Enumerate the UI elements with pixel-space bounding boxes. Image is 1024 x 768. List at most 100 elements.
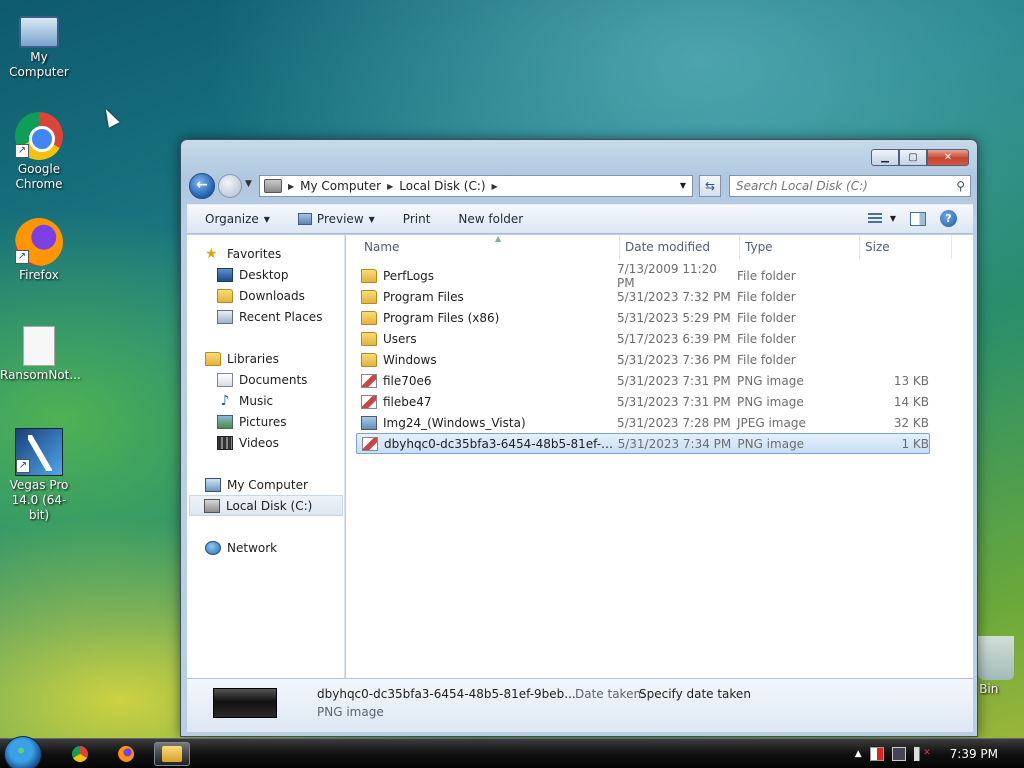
minimize-button[interactable]: ▁ bbox=[871, 149, 899, 166]
nav-pictures[interactable]: Pictures bbox=[217, 411, 287, 432]
desktop-icon-ransom-note[interactable]: RansomNot... bbox=[0, 326, 81, 383]
file-row[interactable]: Img24_(Windows_Vista) 5/31/2023 7:28 PM JP… bbox=[356, 412, 930, 433]
computer-icon bbox=[205, 477, 221, 492]
folder-icon bbox=[361, 289, 377, 304]
nav-documents[interactable]: Documents bbox=[217, 369, 307, 390]
file-row[interactable]: Users 5/17/2023 6:39 PM File folder bbox=[356, 328, 930, 349]
text-file-icon bbox=[23, 326, 55, 366]
forward-button[interactable] bbox=[218, 174, 242, 198]
sort-up-icon: ▲ bbox=[495, 234, 502, 243]
column-header-date[interactable]: Date modified bbox=[620, 235, 740, 259]
taskbar-explorer[interactable] bbox=[154, 742, 190, 766]
explorer-window[interactable]: ▁ ▢ ✕ ← ▼ ▶ My Computer ▶ Local Disk (C:… bbox=[180, 139, 978, 737]
desktop-icon-firefox[interactable]: ↗ Firefox bbox=[0, 218, 78, 283]
file-size: 14 KB bbox=[893, 394, 929, 409]
computer-icon bbox=[19, 16, 59, 48]
nav-recent-places[interactable]: Recent Places bbox=[217, 306, 322, 327]
videos-icon bbox=[217, 435, 233, 450]
recent-pages-dropdown[interactable]: ▼ bbox=[245, 179, 252, 189]
column-header-size[interactable]: Size bbox=[860, 235, 952, 259]
file-name: dbyhqc0-dc35bfa3-6454-48b5-81ef-9beb... bbox=[384, 436, 618, 451]
search-icon[interactable]: ⚲ bbox=[956, 179, 965, 193]
chevron-down-icon: ▼ bbox=[263, 214, 270, 224]
libraries-icon bbox=[205, 351, 221, 366]
refresh-button[interactable]: ⇆ bbox=[699, 175, 721, 197]
file-row[interactable]: Windows 5/31/2023 7:36 PM File folder bbox=[356, 349, 930, 370]
nav-network[interactable]: Network bbox=[205, 537, 277, 558]
taskbar-chrome[interactable] bbox=[62, 742, 98, 766]
chevron-right-icon[interactable]: ▶ bbox=[387, 182, 393, 191]
nav-music[interactable]: ♪ Music bbox=[217, 390, 274, 411]
desktop-icon-label: My Computer bbox=[9, 50, 69, 79]
file-row[interactable]: PerfLogs 7/13/2009 11:20 PM File folder bbox=[356, 262, 930, 290]
nav-desktop[interactable]: Desktop bbox=[217, 264, 289, 285]
file-name: Program Files bbox=[383, 289, 464, 304]
maximize-button[interactable]: ▢ bbox=[899, 149, 927, 166]
column-label: Name bbox=[364, 240, 400, 254]
start-button[interactable] bbox=[4, 736, 42, 768]
search-box[interactable]: ⚲ bbox=[729, 175, 971, 197]
nav-local-disk[interactable]: Local Disk (C:) bbox=[189, 495, 343, 516]
file-row[interactable]: file70e6 5/31/2023 7:31 PM PNG image 13 KB bbox=[356, 370, 930, 391]
details-date-label: Date taken: bbox=[575, 687, 646, 701]
file-name: PerfLogs bbox=[383, 268, 435, 283]
file-date: 5/31/2023 7:32 PM bbox=[617, 289, 731, 304]
breadcrumb-my-computer[interactable]: My Computer bbox=[300, 179, 381, 193]
new-folder-button[interactable]: New folder bbox=[458, 212, 523, 226]
nav-videos[interactable]: Videos bbox=[217, 432, 279, 453]
close-button[interactable]: ✕ bbox=[927, 149, 969, 166]
clock[interactable]: 7:39 PM bbox=[950, 747, 998, 761]
help-icon[interactable]: ? bbox=[940, 210, 957, 227]
network-icon[interactable] bbox=[891, 747, 906, 761]
volume-muted-icon[interactable] bbox=[913, 747, 931, 761]
chevron-right-icon[interactable]: ▶ bbox=[492, 182, 498, 191]
file-date: 5/31/2023 7:28 PM bbox=[617, 415, 731, 430]
chrome-icon bbox=[72, 746, 88, 762]
file-row[interactable]: Program Files 5/31/2023 7:32 PM File folde… bbox=[356, 286, 930, 307]
preview-button[interactable]: Preview ▼ bbox=[297, 212, 375, 226]
back-button[interactable]: ← bbox=[189, 173, 215, 199]
file-row[interactable]: filebe47 5/31/2023 7:31 PM PNG image 14 KB bbox=[356, 391, 930, 412]
shortcut-arrow-icon: ↗ bbox=[16, 459, 30, 473]
details-file-type: PNG image bbox=[317, 705, 384, 719]
address-dropdown-icon[interactable]: ▼ bbox=[680, 181, 686, 190]
search-input[interactable] bbox=[730, 176, 940, 196]
file-date: 5/31/2023 7:34 PM bbox=[617, 436, 732, 451]
details-date-value[interactable]: Specify date taken bbox=[639, 687, 751, 701]
taskbar-firefox[interactable] bbox=[108, 742, 144, 766]
pictures-icon bbox=[217, 414, 233, 429]
png-file-icon bbox=[361, 394, 377, 409]
preview-pane-icon[interactable] bbox=[910, 211, 926, 226]
file-name: filebe47 bbox=[383, 394, 432, 409]
nav-my-computer[interactable]: My Computer bbox=[205, 474, 308, 495]
print-button[interactable]: Print bbox=[403, 212, 431, 226]
file-name: Windows bbox=[383, 352, 437, 367]
action-center-icon[interactable] bbox=[869, 747, 884, 761]
file-date: 5/31/2023 5:29 PM bbox=[617, 310, 731, 325]
chevron-right-icon[interactable]: ▶ bbox=[288, 182, 294, 191]
file-type: File folder bbox=[737, 268, 796, 283]
file-row[interactable]: dbyhqc0-dc35bfa3-6454-48b5-81ef-9beb... 5… bbox=[356, 433, 930, 454]
file-type: PNG image bbox=[737, 394, 804, 409]
nav-downloads[interactable]: Downloads bbox=[217, 285, 305, 306]
desktop-icon-vegas-pro[interactable]: ↗ Vegas Pro 14.0 (64-bit) bbox=[0, 428, 78, 523]
file-row[interactable]: Program Files (x86) 5/31/2023 5:29 PM File… bbox=[356, 307, 930, 328]
folder-icon bbox=[361, 331, 377, 346]
change-view-button[interactable]: ▼ bbox=[867, 212, 896, 225]
shortcut-arrow-icon: ↗ bbox=[15, 144, 29, 158]
address-bar[interactable]: ▶ My Computer ▶ Local Disk (C:) ▶ ▼ bbox=[259, 175, 693, 197]
nav-label: Videos bbox=[239, 435, 279, 450]
desktop-icon-google-chrome[interactable]: ↗ Google Chrome bbox=[0, 112, 78, 192]
command-bar: Organize ▼ Preview ▼ Print New folder ▼ … bbox=[187, 204, 973, 234]
navigation-pane: ★ Favorites Desktop Downloads Recent Pla… bbox=[187, 235, 345, 678]
nav-label: Music bbox=[239, 393, 274, 408]
column-header-type[interactable]: Type bbox=[740, 235, 860, 259]
chevron-down-icon: ▼ bbox=[889, 214, 896, 223]
show-hidden-icons-button[interactable]: ▲ bbox=[855, 749, 862, 759]
column-header-name[interactable]: Name ▲ bbox=[359, 234, 620, 259]
nav-libraries[interactable]: Libraries bbox=[205, 348, 279, 369]
breadcrumb-local-disk[interactable]: Local Disk (C:) bbox=[399, 179, 485, 193]
nav-favorites[interactable]: ★ Favorites bbox=[205, 243, 281, 264]
desktop-icon-my-computer[interactable]: My Computer bbox=[0, 8, 78, 80]
organize-button[interactable]: Organize ▼ bbox=[205, 212, 270, 226]
